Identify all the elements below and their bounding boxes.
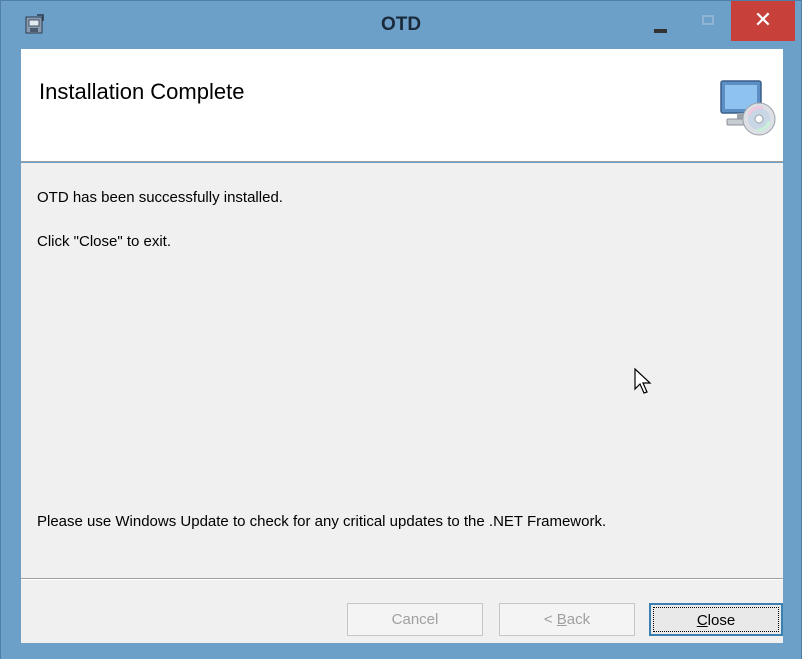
back-button[interactable]: < Back (499, 603, 635, 636)
close-button-focus-rect: Close (653, 607, 779, 632)
close-button[interactable]: Close (649, 603, 783, 636)
cancel-button[interactable]: Cancel (347, 603, 483, 636)
content-area: OTD has been successfully installed. Cli… (21, 163, 783, 578)
close-button-label-rest: lose (707, 612, 736, 629)
maximize-button[interactable] (687, 11, 729, 39)
dotnet-update-note: Please use Windows Update to check for a… (37, 513, 607, 530)
back-button-mnemonic: B (556, 611, 567, 628)
back-button-prefix: < (543, 611, 557, 628)
computer-cd-icon (720, 80, 776, 136)
page-title: Installation Complete (39, 79, 245, 104)
back-button-label-rest: ack (566, 611, 591, 628)
installer-window: OTD ✕ Installation Complete OTD has been (0, 0, 802, 659)
minimize-icon (654, 29, 667, 33)
window-bottom-border (1, 643, 801, 659)
success-message: OTD has been successfully installed. (37, 189, 283, 206)
button-bar: Cancel < Back Close (21, 578, 783, 643)
maximize-icon (702, 15, 714, 25)
exit-instruction: Click "Close" to exit. (37, 233, 172, 250)
mouse-pointer-icon (634, 367, 652, 394)
title-bar[interactable]: OTD ✕ (1, 1, 801, 49)
installer-app-icon (25, 14, 44, 34)
close-icon: ✕ (753, 7, 773, 32)
close-window-button[interactable]: ✕ (731, 1, 795, 41)
minimize-button[interactable] (641, 11, 681, 39)
close-button-mnemonic: C (696, 612, 708, 629)
window-title: OTD (380, 14, 422, 35)
cancel-button-label: Cancel (391, 611, 439, 628)
header-panel: Installation Complete (21, 49, 783, 162)
